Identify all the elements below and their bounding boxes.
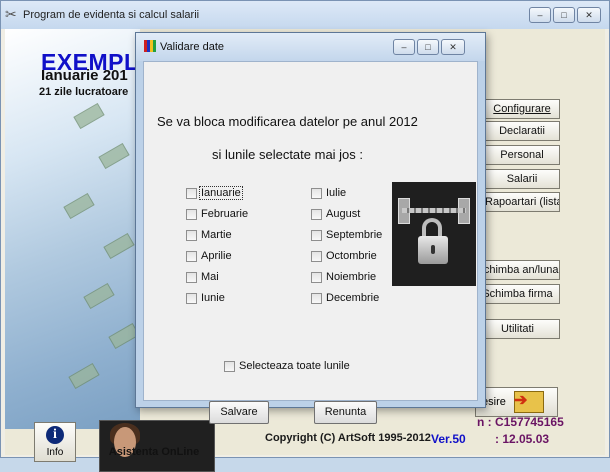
dialog-close-button[interactable]: ✕ xyxy=(441,39,465,55)
close-button[interactable]: ✕ xyxy=(577,7,601,23)
checkbox-icon[interactable] xyxy=(224,361,235,372)
configurare-button[interactable]: Configurare xyxy=(484,99,560,119)
dialog-window-controls: – □ ✕ xyxy=(393,39,465,55)
checkbox-icon[interactable] xyxy=(186,293,197,304)
dialog-app-icon xyxy=(144,40,156,52)
select-all-label: Selecteaza toate lunile xyxy=(239,360,350,372)
declaratii-button[interactable]: Declaratii xyxy=(484,121,560,141)
exit-button[interactable]: Iesire ➔ xyxy=(475,387,558,417)
configurare-label: Configurare xyxy=(493,103,551,115)
main-window-controls: – □ ✕ xyxy=(529,7,601,23)
schimba-firma-button[interactable]: Schimba firma xyxy=(475,284,560,304)
version-label: Ver.50 xyxy=(431,432,466,446)
minimize-button[interactable]: – xyxy=(529,7,551,23)
salarii-button[interactable]: Salarii xyxy=(484,169,560,189)
month-label: Februarie xyxy=(201,208,249,220)
version-value: : 12.05.03 xyxy=(495,432,550,446)
checkbox-icon[interactable] xyxy=(311,209,322,220)
checkbox-icon[interactable] xyxy=(311,230,322,241)
maximize-button[interactable]: □ xyxy=(553,7,575,23)
checkbox-icon[interactable] xyxy=(186,188,197,199)
license-code-label: n : xyxy=(477,415,492,429)
validare-date-dialog: Validare date – □ ✕ Se va bloca modifica… xyxy=(135,32,486,424)
money-icon: ✂ xyxy=(5,6,17,22)
online-support-label: Asistenta OnLine xyxy=(108,446,200,458)
keyhole-icon xyxy=(431,245,435,254)
month-label: Aprilie xyxy=(201,250,232,262)
checkbox-icon[interactable] xyxy=(311,293,322,304)
checkbox-icon[interactable] xyxy=(186,209,197,220)
checkbox-icon[interactable] xyxy=(311,251,322,262)
info-icon: i xyxy=(46,426,64,444)
month-label: Noiembrie xyxy=(326,271,377,283)
save-button[interactable]: Salvare xyxy=(209,401,269,424)
month-label: Decembrie xyxy=(326,292,380,304)
checkbox-icon[interactable] xyxy=(186,251,197,262)
month-label: Ianuarie xyxy=(199,186,243,200)
month-label: Iulie xyxy=(326,187,347,199)
rapoartari-button[interactable]: Rapoartari (listari) xyxy=(484,192,560,212)
info-button[interactable]: i Info xyxy=(34,422,76,462)
month-label: August xyxy=(326,208,361,220)
dialog-content: Se va bloca modificarea datelor pe anul … xyxy=(143,61,478,424)
checkbox-icon[interactable] xyxy=(311,272,322,283)
dialog-minimize-button[interactable]: – xyxy=(393,39,415,55)
checkbox-icon[interactable] xyxy=(186,230,197,241)
license-code-value: C157745165 xyxy=(495,415,564,429)
dialog-title: Validare date xyxy=(160,41,225,53)
utilitati-button[interactable]: Utilitati xyxy=(475,319,560,339)
dialog-message-line2: si lunile selectate mai jos : xyxy=(212,147,364,162)
month-label: Martie xyxy=(201,229,232,241)
info-label: Info xyxy=(46,447,64,458)
padlock-image xyxy=(392,182,476,286)
current-period: Ianuarie 201 xyxy=(41,67,128,84)
copyright-text: Copyright (C) ArtSoft 1995-2012 xyxy=(265,432,431,444)
cancel-button[interactable]: Renunta xyxy=(314,401,377,424)
checkbox-icon[interactable] xyxy=(186,272,197,283)
month-label: Iunie xyxy=(201,292,225,304)
month-label: Septembrie xyxy=(326,229,383,241)
month-label: Mai xyxy=(201,271,219,283)
main-titlebar: ✂ Program de evidenta si calcul salarii … xyxy=(1,1,609,29)
dialog-titlebar: Validare date – □ ✕ xyxy=(136,33,485,61)
license-code: n : C157745165 xyxy=(477,415,564,429)
dialog-maximize-button[interactable]: □ xyxy=(417,39,439,55)
month-label: Octombrie xyxy=(326,250,377,262)
schimba-an-luna-button[interactable]: Schimba an/luna xyxy=(475,260,560,280)
dialog-message-line1: Se va bloca modificarea datelor pe anul … xyxy=(157,114,418,129)
main-window-title: Program de evidenta si calcul salarii xyxy=(23,9,200,21)
chain-icon xyxy=(402,208,466,213)
personal-button[interactable]: Personal xyxy=(484,145,560,165)
exit-arrow-icon: ➔ xyxy=(514,392,528,409)
checkbox-icon[interactable] xyxy=(311,188,322,199)
work-days: 21 zile lucratoare xyxy=(39,86,129,98)
padlock-shackle-icon xyxy=(422,218,442,238)
